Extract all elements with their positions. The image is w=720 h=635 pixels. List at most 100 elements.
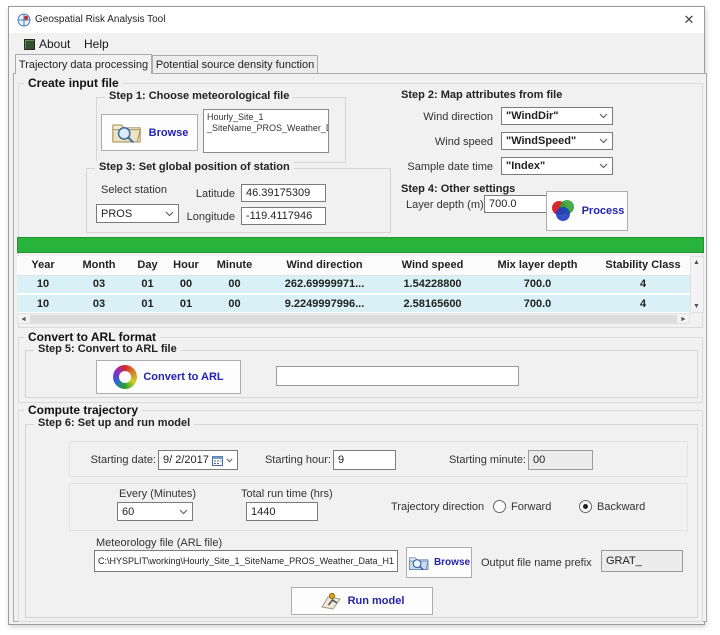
met-csv-filename-line1: Hourly_Site_1	[207, 112, 325, 123]
step4-title: Step 4: Other settings	[401, 183, 515, 195]
met-csv-filename-line2: _SiteName_PROS_Weather_Data.csv	[207, 123, 325, 134]
chevron-down-icon	[179, 509, 188, 515]
compute-trajectory-title: Compute trajectory	[24, 403, 142, 417]
layer-depth-label: Layer depth (m)	[406, 199, 484, 211]
run-model-label: Run model	[348, 595, 405, 607]
about-icon	[24, 39, 35, 50]
run-model-icon	[320, 591, 342, 611]
wind-direction-label: Wind direction	[371, 111, 493, 123]
starting-hour-label: Starting hour:	[261, 454, 331, 466]
starting-date-picker[interactable]: 9/ 2/2017	[158, 450, 238, 470]
table-row[interactable]: 10 03 01 01 00 9.2249997996... 2.5816560…	[17, 294, 690, 313]
chevron-down-icon	[599, 138, 608, 144]
app-icon	[17, 13, 31, 27]
chevron-down-icon	[599, 113, 608, 119]
latitude-field[interactable]	[241, 184, 326, 202]
convert-arl-title: Convert to ARL format	[24, 330, 160, 344]
browse-arl-label: Browse	[434, 557, 470, 568]
col-mix-layer-depth: Mix layer depth	[479, 256, 596, 275]
col-wind-speed: Wind speed	[386, 256, 479, 275]
step2-title: Step 2: Map attributes from file	[401, 89, 562, 101]
station-value: PROS	[101, 208, 132, 220]
menu-about[interactable]: About	[19, 35, 75, 53]
col-wind-direction: Wind direction	[263, 256, 386, 275]
step3-title: Step 3: Set global position of station	[95, 161, 294, 173]
starting-date-value: 9/ 2/2017	[163, 454, 209, 466]
chevron-down-icon	[226, 458, 233, 463]
layer-depth-field[interactable]	[484, 195, 549, 213]
calendar-icon	[212, 455, 223, 466]
forward-label: Forward	[511, 501, 551, 513]
process-button[interactable]: Process	[546, 191, 628, 231]
scroll-down-icon[interactable]: ▼	[691, 302, 702, 311]
run-model-button[interactable]: Run model	[291, 587, 433, 615]
process-label: Process	[582, 205, 625, 217]
col-stability-class: Stability Class	[596, 256, 690, 275]
arl-progress-bar	[276, 366, 519, 386]
col-year: Year	[17, 256, 69, 275]
col-minute: Minute	[206, 256, 263, 275]
col-hour: Hour	[166, 256, 206, 275]
tab-trajectory-data-processing[interactable]: Trajectory data processing	[15, 54, 152, 74]
wind-direction-select[interactable]: "WindDir"	[501, 107, 613, 125]
meteorology-file-field[interactable]	[94, 550, 398, 572]
every-minutes-select[interactable]: 60	[117, 502, 193, 521]
met-csv-filename-box[interactable]: Hourly_Site_1 _SiteName_PROS_Weather_Dat…	[203, 109, 329, 153]
convert-to-arl-button[interactable]: Convert to ARL	[96, 360, 241, 394]
rainbow-ring-icon	[113, 365, 137, 389]
longitude-field[interactable]	[241, 207, 326, 225]
wind-speed-label: Wind speed	[371, 136, 493, 148]
step6-title: Step 6: Set up and run model	[34, 417, 194, 429]
chevron-down-icon	[599, 163, 608, 169]
table-header-row: Year Month Day Hour Minute Wind directio…	[17, 256, 690, 275]
wind-speed-select[interactable]: "WindSpeed"	[501, 132, 613, 150]
total-run-time-label: Total run time (hrs)	[241, 488, 333, 500]
browse-arl-file-button[interactable]: Browse	[406, 547, 472, 578]
step3-box: Step 3: Set global position of station	[86, 168, 391, 233]
table-vertical-scrollbar[interactable]: ▲ ▼	[690, 256, 704, 313]
col-day: Day	[129, 256, 166, 275]
scroll-up-icon[interactable]: ▲	[691, 258, 702, 267]
sample-date-time-select[interactable]: "Index"	[501, 157, 613, 175]
app-window: Geospatial Risk Analysis Tool ✕ About He…	[8, 6, 705, 625]
starting-minute-label: Starting minute:	[446, 454, 526, 466]
sample-date-time-label: Sample date time	[371, 161, 493, 173]
sample-date-time-value: "Index"	[506, 160, 545, 172]
trajectory-direction-label: Trajectory direction	[391, 501, 484, 513]
rgb-circles-icon	[550, 199, 576, 223]
window-title: Geospatial Risk Analysis Tool	[35, 14, 165, 25]
menu-help-label: Help	[84, 35, 109, 53]
select-station-label: Select station	[101, 184, 167, 196]
table-row[interactable]: 10 03 01 00 00 262.69999971... 1.5422880…	[17, 275, 690, 294]
total-run-time-field[interactable]	[246, 502, 318, 521]
latitude-label: Latitude	[165, 188, 235, 200]
folder-search-icon	[408, 554, 430, 572]
wind-speed-value: "WindSpeed"	[506, 135, 576, 147]
hscroll-thumb[interactable]	[30, 315, 677, 323]
browse-met-file-button[interactable]: Browse	[101, 114, 198, 151]
close-icon[interactable]: ✕	[678, 9, 700, 31]
backward-radio[interactable]	[579, 500, 592, 513]
convert-to-arl-label: Convert to ARL	[143, 371, 223, 383]
longitude-label: Longitude	[165, 211, 235, 223]
starting-date-label: Starting date:	[86, 454, 156, 466]
forward-radio[interactable]	[493, 500, 506, 513]
output-prefix-label: Output file name prefix	[481, 557, 592, 569]
scroll-right-icon[interactable]: ►	[678, 315, 689, 324]
starting-hour-field[interactable]	[333, 450, 396, 470]
processing-progress-bar	[17, 237, 704, 253]
radio-selected-dot	[583, 504, 588, 509]
tab-psdf[interactable]: Potential source density function (PSDF)	[152, 55, 318, 74]
starting-minute-field	[528, 450, 593, 470]
every-minutes-value: 60	[122, 506, 134, 518]
step5-title: Step 5: Convert to ARL file	[34, 343, 181, 355]
menu-help[interactable]: Help	[79, 35, 114, 53]
browse-met-file-label: Browse	[149, 127, 189, 139]
folder-search-icon	[111, 120, 143, 145]
every-minutes-label: Every (Minutes)	[119, 488, 196, 500]
wind-direction-value: "WindDir"	[506, 110, 559, 122]
step1-title: Step 1: Choose meteorological file	[105, 90, 293, 102]
scroll-left-icon[interactable]: ◄	[18, 315, 29, 324]
table-horizontal-scrollbar[interactable]: ◄ ►	[17, 313, 690, 324]
menu-about-label: About	[39, 35, 70, 53]
